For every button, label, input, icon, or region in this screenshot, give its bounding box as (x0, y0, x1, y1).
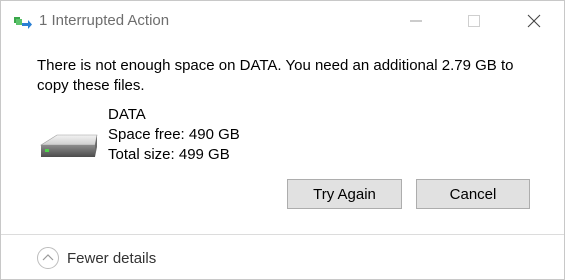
hard-drive-icon (39, 131, 99, 163)
details-footer: Fewer details (1, 234, 564, 279)
interrupted-action-dialog: 1 Interrupted Action There is not enough… (0, 0, 565, 280)
close-button[interactable] (520, 9, 548, 33)
try-again-button[interactable]: Try Again (287, 179, 402, 209)
drive-total-size: Total size: 499 GB (108, 146, 230, 163)
error-message: There is not enough space on DATA. You n… (37, 57, 514, 94)
minimize-icon (410, 20, 422, 22)
maximize-icon (468, 15, 480, 27)
copy-action-icon (13, 14, 33, 30)
drive-space-free: Space free: 490 GB (108, 126, 240, 143)
fewer-details-link[interactable]: Fewer details (67, 250, 156, 267)
title-bar[interactable]: 1 Interrupted Action (1, 1, 564, 41)
fewer-details-toggle[interactable] (37, 247, 59, 269)
maximize-button[interactable] (460, 9, 488, 33)
minimize-button[interactable] (402, 9, 430, 33)
drive-info: DATA Space free: 490 GB Total size: 499 … (108, 105, 240, 165)
cancel-button[interactable]: Cancel (416, 179, 530, 209)
close-icon (527, 14, 541, 28)
chevron-up-icon (42, 254, 54, 261)
drive-name: DATA (108, 106, 146, 123)
window-title: 1 Interrupted Action (39, 12, 170, 29)
